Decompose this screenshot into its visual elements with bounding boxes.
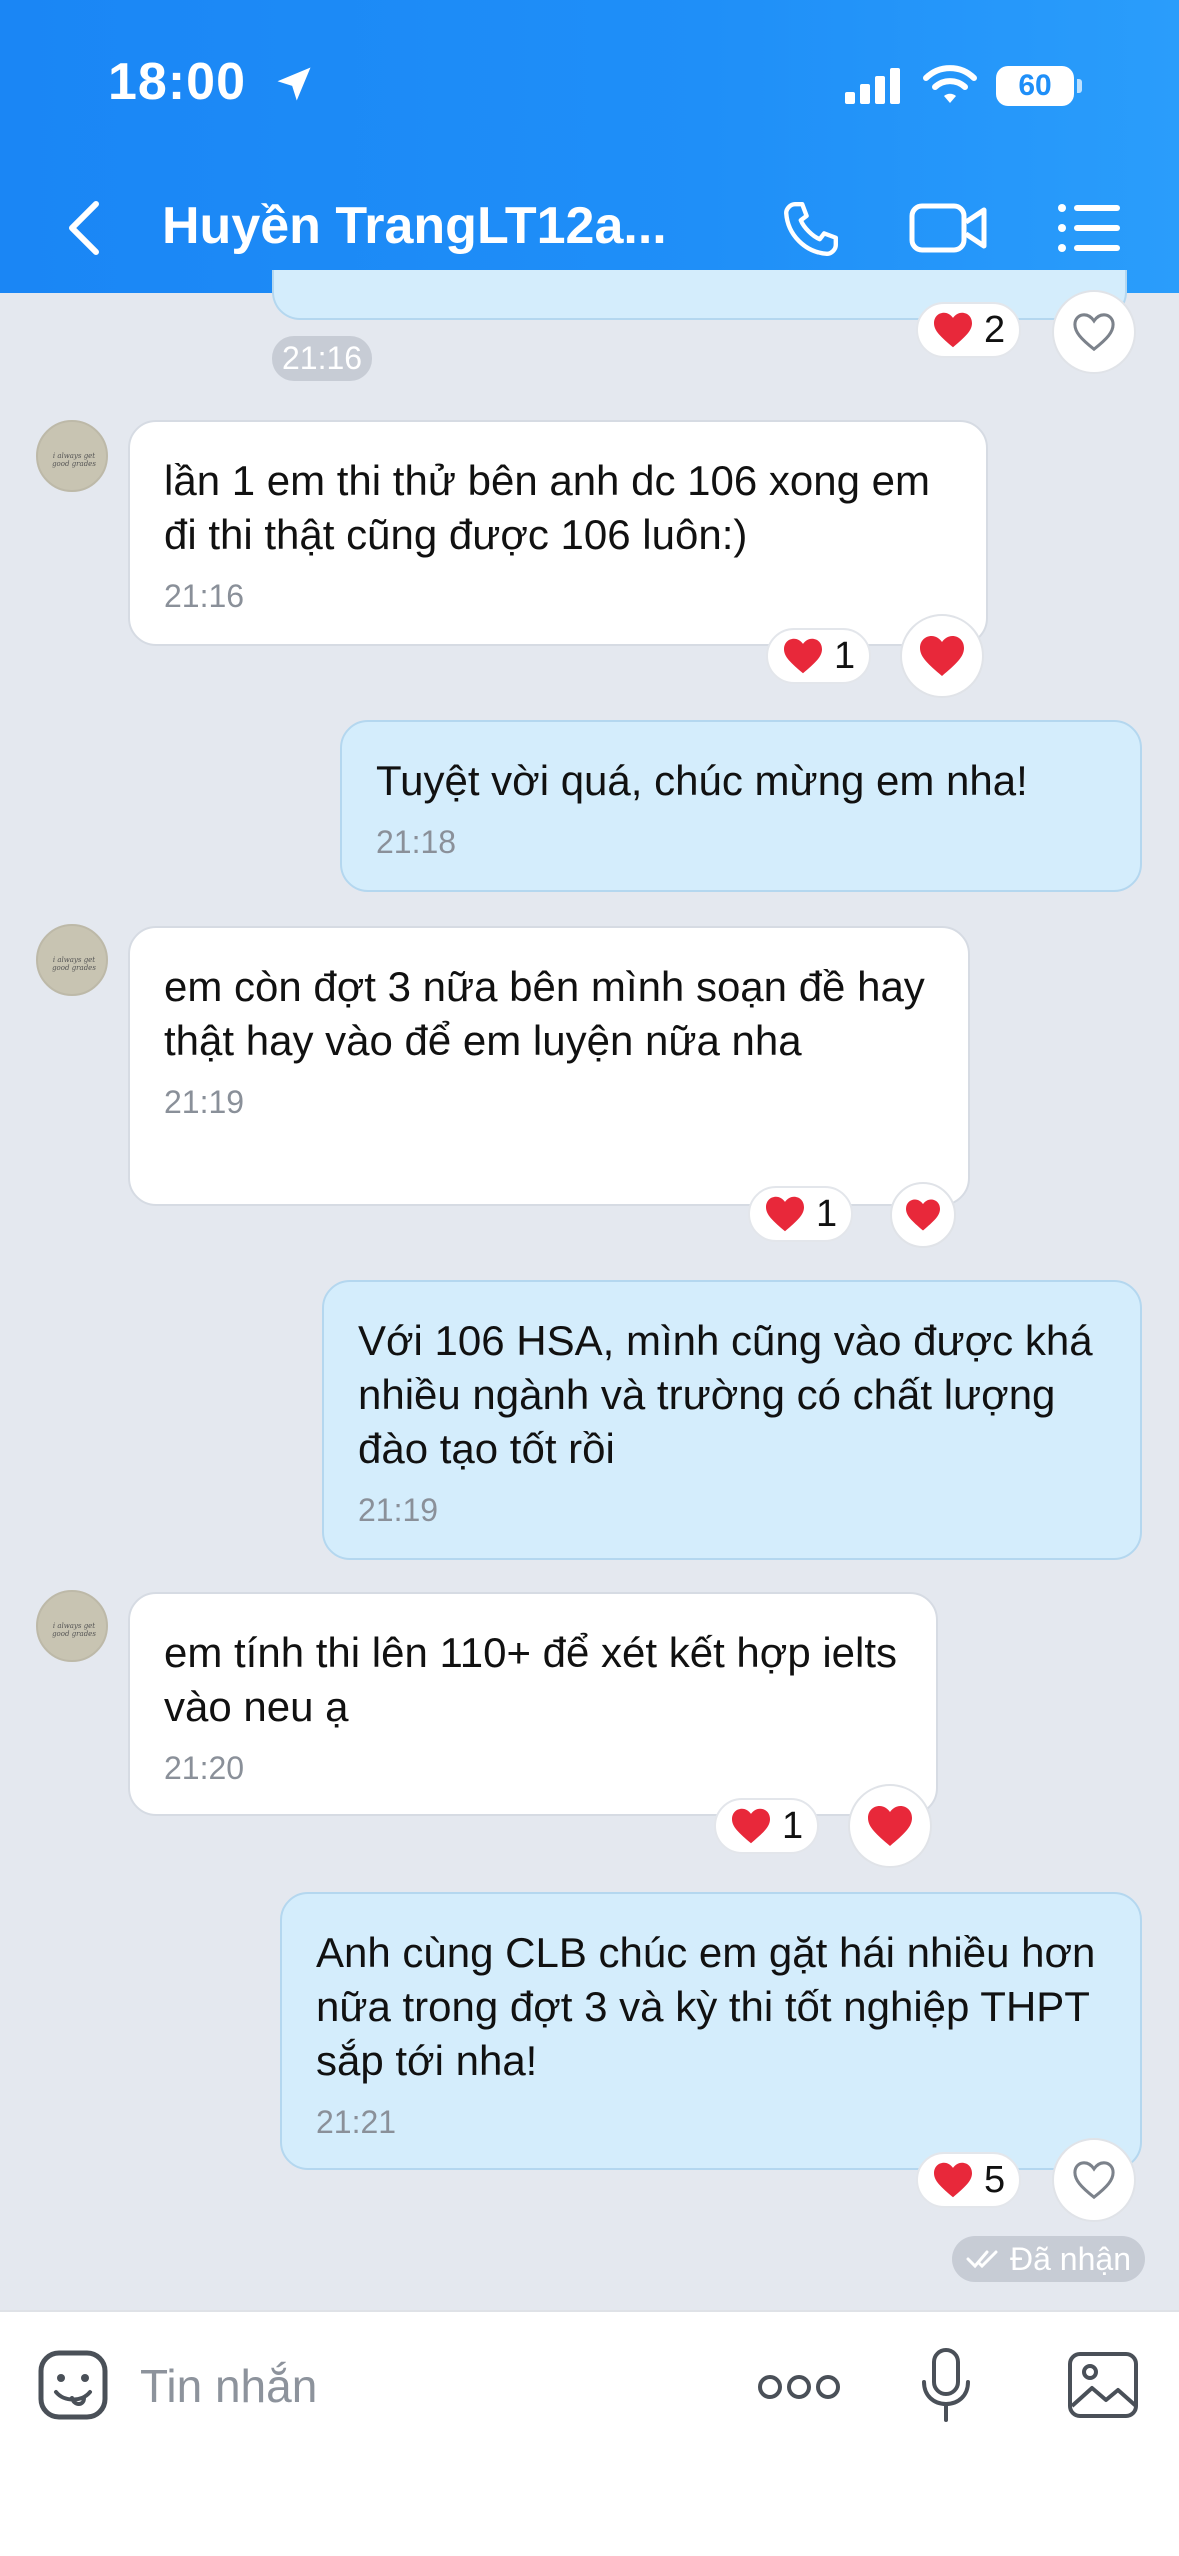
reaction-number: 2 bbox=[984, 308, 1006, 351]
delivery-status: Đã nhận bbox=[952, 2236, 1145, 2282]
message-bubble-incoming[interactable]: em còn đợt 3 nữa bên mình soạn đề hay th… bbox=[128, 926, 970, 1206]
phone-call-icon[interactable] bbox=[776, 194, 846, 264]
heart-icon bbox=[784, 638, 822, 674]
avatar[interactable]: i always get good grades bbox=[36, 420, 108, 492]
message-input-bar bbox=[0, 2310, 1179, 2556]
cellular-signal-icon bbox=[845, 68, 900, 104]
message-text: em còn đợt 3 nữa bên mình soạn đề hay th… bbox=[164, 963, 925, 1064]
wifi-icon bbox=[923, 65, 977, 103]
heart-icon bbox=[920, 636, 964, 676]
react-button[interactable] bbox=[1052, 290, 1136, 374]
reaction-count[interactable]: 1 bbox=[714, 1798, 820, 1854]
message-bubble-outgoing[interactable]: Tuyệt vời quá, chúc mừng em nha! 21:18 bbox=[340, 720, 1142, 892]
heart-outline-icon bbox=[1073, 313, 1115, 352]
chat-title[interactable]: Huyền TrangLT12a... bbox=[162, 196, 722, 256]
delivery-status-label: Đã nhận bbox=[1010, 2240, 1131, 2277]
sticker-icon[interactable] bbox=[36, 2348, 110, 2422]
message-time: 21:21 bbox=[316, 2104, 397, 2140]
avatar[interactable]: i always get good grades bbox=[36, 1590, 108, 1662]
message-bubble-incoming[interactable]: lần 1 em thi thử bên anh dc 106 xong em … bbox=[128, 420, 988, 646]
react-button[interactable] bbox=[848, 1784, 932, 1868]
reaction-count[interactable]: 1 bbox=[766, 628, 872, 684]
reaction-number: 1 bbox=[782, 1804, 804, 1847]
message-input[interactable] bbox=[140, 2356, 700, 2416]
message-bubble-outgoing[interactable]: Anh cùng CLB chúc em gặt hái nhiều hơn n… bbox=[280, 1892, 1142, 2170]
location-arrow-icon bbox=[277, 67, 311, 101]
message-time: 21:19 bbox=[164, 1084, 245, 1120]
heart-icon bbox=[732, 1808, 770, 1844]
reaction-count[interactable]: 5 bbox=[916, 2152, 1022, 2208]
react-button[interactable] bbox=[900, 614, 984, 698]
message-time: 21:16 bbox=[164, 578, 245, 614]
message-time: 21:18 bbox=[376, 824, 457, 860]
message-text: Anh cùng CLB chúc em gặt hái nhiều hơn n… bbox=[316, 1929, 1096, 2084]
menu-list-icon[interactable] bbox=[1056, 200, 1122, 256]
chat-header: 18:00 60 Huyền TrangLT12a... bbox=[0, 0, 1179, 293]
message-time: 21:19 bbox=[358, 1492, 439, 1528]
back-arrow-icon[interactable] bbox=[62, 196, 106, 260]
react-button[interactable] bbox=[890, 1182, 956, 1248]
more-options-icon[interactable] bbox=[756, 2372, 842, 2402]
message-time: 21:20 bbox=[164, 1750, 245, 1786]
battery-indicator: 60 bbox=[996, 66, 1082, 106]
message-text: Với 106 HSA, mình cũng vào được khá nhiề… bbox=[358, 1317, 1093, 1472]
image-gallery-icon[interactable] bbox=[1066, 2350, 1140, 2420]
heart-outline-icon bbox=[1073, 2161, 1115, 2200]
reaction-number: 5 bbox=[984, 2158, 1006, 2201]
message-bubble-outgoing[interactable]: Với 106 HSA, mình cũng vào được khá nhiề… bbox=[322, 1280, 1142, 1560]
message-text: em tính thi lên 110+ để xét kết hợp ielt… bbox=[164, 1629, 898, 1730]
microphone-icon[interactable] bbox=[918, 2346, 974, 2426]
message-bubble-incoming[interactable]: em tính thi lên 110+ để xét kết hợp ielt… bbox=[128, 1592, 938, 1816]
message-text: Tuyệt vời quá, chúc mừng em nha! bbox=[376, 757, 1028, 804]
reaction-count[interactable]: 1 bbox=[748, 1186, 854, 1242]
reaction-count[interactable]: 2 bbox=[916, 302, 1022, 358]
status-time: 18:00 bbox=[108, 53, 246, 111]
video-call-icon[interactable] bbox=[908, 198, 990, 258]
message-text: lần 1 em thi thử bên anh dc 106 xong em … bbox=[164, 457, 930, 558]
avatar[interactable]: i always get good grades bbox=[36, 924, 108, 996]
reaction-number: 1 bbox=[834, 634, 856, 677]
heart-icon bbox=[934, 2162, 972, 2198]
reaction-number: 1 bbox=[816, 1192, 838, 1235]
heart-icon bbox=[868, 1806, 912, 1846]
double-check-icon bbox=[966, 2250, 998, 2269]
heart-icon bbox=[766, 1196, 804, 1232]
heart-icon bbox=[906, 1199, 940, 1231]
heart-icon bbox=[934, 312, 972, 348]
react-button[interactable] bbox=[1052, 2138, 1136, 2222]
time-chip: 21:16 bbox=[272, 336, 373, 381]
